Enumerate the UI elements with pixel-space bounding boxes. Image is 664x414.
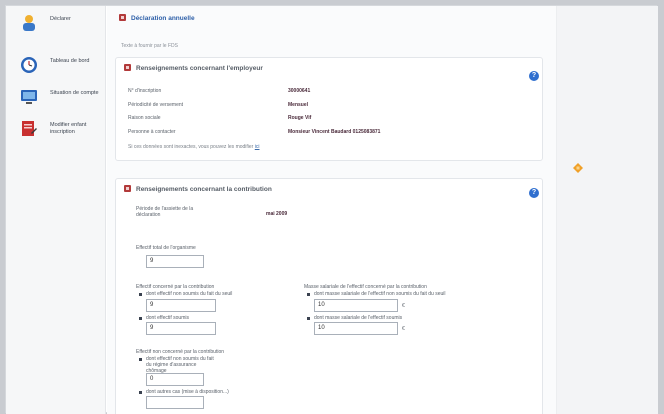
currency-unit: € (402, 303, 405, 309)
unemployment-regime-label: dont effectif non soumis du fait du régi… (139, 356, 216, 374)
page-title: Déclaration annuelle (119, 14, 195, 24)
non-subject-workforce-input[interactable]: 9 (146, 299, 216, 312)
sidebar-item-label: Modifier enfant inscription (50, 122, 87, 135)
company-name-value: Rouge Vif (288, 115, 312, 121)
form-icon (119, 14, 126, 21)
contact-person-value: Monsieur Vincent Baudard 0125083871 (288, 129, 381, 135)
sidebar-item-modifier-inscription[interactable]: Modifier enfant inscription (20, 120, 104, 150)
sidebar-item-declarer[interactable]: Déclarer (20, 14, 104, 44)
section-title: Renseignements concernant l'employeur (136, 65, 263, 72)
monitor-icon (20, 88, 38, 106)
contribution-section: Renseignements concernant la contributio… (115, 178, 543, 414)
page-title-text: Déclaration annuelle (131, 15, 195, 22)
sidebar: Déclarer Tableau de bord Situation de co… (6, 6, 106, 414)
other-cases-input[interactable] (146, 396, 204, 409)
subject-payroll-label: dont masse salariale de l'effectif soumi… (306, 315, 403, 321)
edit-document-icon (20, 120, 38, 138)
unemployment-regime-input[interactable]: 0 (146, 373, 204, 386)
modify-notice-text: Si ces données sont inexactes, vous pouv… (128, 144, 254, 150)
help-icon[interactable]: ? (529, 188, 539, 198)
marker-icon (573, 163, 583, 173)
company-name-label: Raison sociale (128, 115, 161, 121)
application-window: Déclarer Tableau de bord Situation de co… (5, 5, 658, 414)
form-panel: Déclaration annuelle Texte à fournir par… (107, 6, 557, 414)
non-subject-payroll-label: dont masse salariale de l'effectif non s… (307, 291, 446, 297)
registration-number-value: 30000641 (288, 88, 311, 94)
non-subject-payroll-input[interactable]: 10 (314, 299, 398, 312)
payment-frequency-label: Périodicité de versement (128, 102, 184, 108)
main-content: Déclaration annuelle Texte à fournir par… (107, 6, 658, 414)
modify-notice: Si ces données sont inexactes, vous pouv… (128, 144, 259, 150)
sidebar-item-tableau-de-bord[interactable]: Tableau de bord (20, 56, 104, 86)
sidebar-item-label: Situation de compte (50, 90, 99, 96)
sidebar-item-label: Déclarer (50, 16, 71, 22)
sidebar-item-label: Tableau de bord (50, 58, 90, 64)
non-subject-workforce-label: dont effectif non soumis du fait du seui… (138, 291, 233, 297)
concerned-workforce-label: Effectif concerné par la contribution (136, 284, 215, 290)
other-cases-label: dont autres cas (mise à disposition...) (139, 389, 229, 395)
modify-link[interactable]: ici (255, 144, 260, 150)
period-value: mai 2009 (266, 211, 288, 217)
non-concerned-workforce-label: Effectif non concerné par la contributio… (136, 349, 225, 355)
payroll-label: Masse salariale de l'effectif concerné p… (304, 284, 427, 290)
employer-section: Renseignements concernant l'employeur ? … (115, 57, 543, 161)
registration-number-label: N° d'inscription (128, 88, 162, 94)
contact-person-label: Personne à contacter (128, 129, 176, 135)
total-workforce-label: Effectif total de l'organisme (136, 245, 196, 251)
subject-workforce-label: dont effectif soumis (139, 315, 189, 321)
section-header: Renseignements concernant l'employeur (124, 64, 263, 72)
subject-workforce-input[interactable]: 9 (146, 322, 216, 335)
clock-icon (20, 56, 38, 74)
sidebar-item-situation-de-compte[interactable]: Situation de compte (20, 88, 104, 118)
section-header: Renseignements concernant la contributio… (124, 185, 272, 193)
help-icon[interactable]: ? (529, 71, 539, 81)
payment-frequency-value: Mensuel (288, 102, 309, 108)
total-workforce-input[interactable]: 9 (146, 255, 204, 268)
period-label: Période de l'assiette de la déclaration (136, 206, 194, 218)
page-subtitle: Texte à fournir par le FDS (121, 43, 178, 49)
currency-unit: € (402, 326, 405, 332)
section-title: Renseignements concernant la contributio… (136, 186, 272, 193)
subject-payroll-input[interactable]: 10 (314, 322, 398, 335)
form-icon (124, 64, 131, 71)
form-icon (124, 185, 131, 192)
person-icon (20, 14, 38, 32)
